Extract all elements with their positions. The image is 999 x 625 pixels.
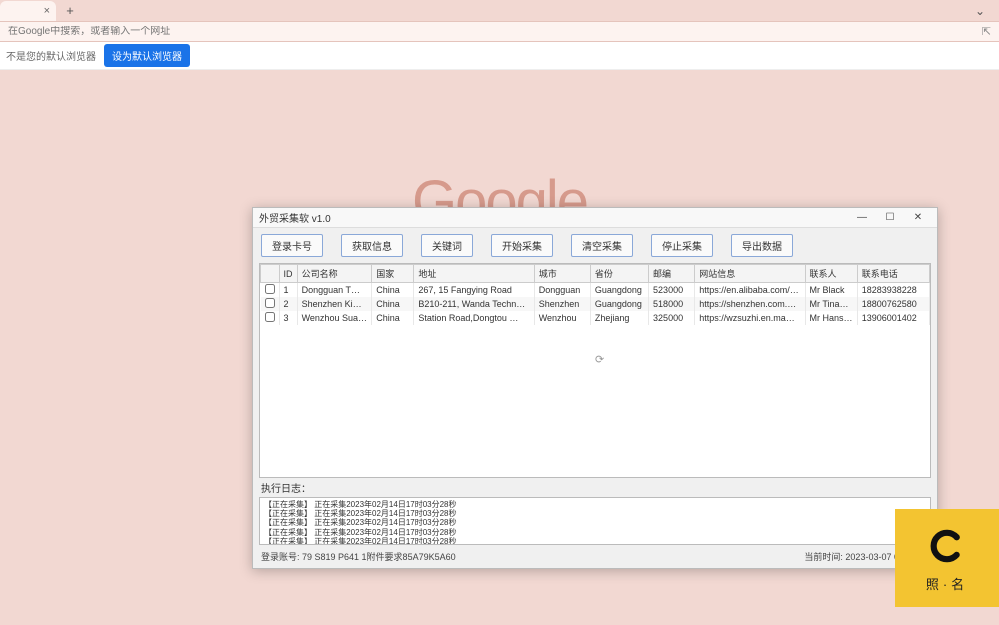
minimize-button[interactable]: — bbox=[849, 210, 875, 226]
status-account: 登录账号: 79 S819 P641 1附件要求85A79K5A60 bbox=[261, 550, 456, 563]
cell-id: 2 bbox=[279, 297, 297, 311]
table-row[interactable]: 1Dongguan T…China267, 15 Fangying RoadDo… bbox=[261, 283, 930, 298]
set-default-browser-button[interactable]: 设为默认浏览器 bbox=[104, 44, 190, 67]
cell-contact: Mr Black bbox=[805, 283, 857, 298]
badge-text: 照·名 bbox=[926, 574, 968, 593]
log-box[interactable]: 【正在采集】 正在采集2023年02月14日17时03分28秒【正在采集】 正在… bbox=[259, 497, 931, 545]
cell-province: Zhejiang bbox=[590, 311, 648, 325]
share-icon[interactable]: ⇱ bbox=[982, 25, 991, 38]
col-postal[interactable]: 邮编 bbox=[649, 265, 695, 283]
cell-postal: 325000 bbox=[649, 311, 695, 325]
status-bar: 登录账号: 79 S819 P641 1附件要求85A79K5A60 当前时间:… bbox=[253, 547, 937, 568]
infobar-text: 不是您的默认浏览器 bbox=[6, 48, 96, 63]
cell-city: Shenzhen bbox=[534, 297, 590, 311]
log-line: 【正在采集】 正在采集2023年02月14日17时03分28秒 bbox=[264, 528, 926, 537]
browser-tab[interactable]: × bbox=[0, 1, 56, 21]
row-checkbox[interactable] bbox=[265, 284, 275, 294]
cell-postal: 523000 bbox=[649, 283, 695, 298]
cell-city: Wenzhou bbox=[534, 311, 590, 325]
stop-collect-button[interactable]: 停止采集 bbox=[651, 234, 713, 257]
cell-phone: 13906001402 bbox=[857, 311, 929, 325]
close-button[interactable]: ✕ bbox=[905, 210, 931, 226]
maximize-button[interactable]: ☐ bbox=[877, 210, 903, 226]
export-button[interactable]: 导出数据 bbox=[731, 234, 793, 257]
cell-postal: 518000 bbox=[649, 297, 695, 311]
data-table-container[interactable]: ID 公司名称 国家 地址 城市 省份 邮编 网站信息 联系人 联系电话 1Do… bbox=[259, 263, 931, 478]
app-title: 外贸采集软 v1.0 bbox=[259, 210, 849, 225]
log-line: 【正在采集】 正在采集2023年02月14日17时03分28秒 bbox=[264, 500, 926, 509]
cell-country: China bbox=[372, 283, 414, 298]
browser-tab-bar: × + ⌄ bbox=[0, 0, 999, 22]
table-row[interactable]: 2Shenzhen Ki…ChinaB210-211, Wanda Techn…… bbox=[261, 297, 930, 311]
get-info-button[interactable]: 获取信息 bbox=[341, 234, 403, 257]
cell-website: https://shenzhen.com.… bbox=[695, 297, 805, 311]
cell-country: China bbox=[372, 311, 414, 325]
log-label: 执行日志： bbox=[253, 478, 937, 495]
data-table: ID 公司名称 国家 地址 城市 省份 邮编 网站信息 联系人 联系电话 1Do… bbox=[260, 264, 930, 325]
app-titlebar[interactable]: 外贸采集软 v1.0 — ☐ ✕ bbox=[253, 208, 937, 228]
app-window: 外贸采集软 v1.0 — ☐ ✕ 登录卡号 获取信息 关键词 开始采集 清空采集… bbox=[252, 207, 938, 569]
cell-address: Station Road,Dongtou … bbox=[414, 311, 534, 325]
cell-phone: 18800762580 bbox=[857, 297, 929, 311]
keyword-button[interactable]: 关键词 bbox=[421, 234, 473, 257]
table-row[interactable]: 3Wenzhou Sua…ChinaStation Road,Dongtou …… bbox=[261, 311, 930, 325]
cell-website: https://wzsuzhi.en.ma… bbox=[695, 311, 805, 325]
col-city[interactable]: 城市 bbox=[534, 265, 590, 283]
default-browser-infobar: 不是您的默认浏览器 设为默认浏览器 bbox=[0, 42, 999, 70]
row-checkbox[interactable] bbox=[265, 298, 275, 308]
col-company[interactable]: 公司名称 bbox=[297, 265, 372, 283]
col-checkbox[interactable] bbox=[261, 265, 280, 283]
cell-contact: Mr Tina… bbox=[805, 297, 857, 311]
login-button[interactable]: 登录卡号 bbox=[261, 234, 323, 257]
cell-company: Wenzhou Sua… bbox=[297, 311, 372, 325]
cell-city: Dongguan bbox=[534, 283, 590, 298]
cell-address: 267, 15 Fangying Road bbox=[414, 283, 534, 298]
log-line: 【正在采集】 正在采集2023年02月14日17时03分28秒 bbox=[264, 518, 926, 527]
loading-spinner-icon: ⟳ bbox=[595, 353, 604, 366]
col-address[interactable]: 地址 bbox=[414, 265, 534, 283]
address-input[interactable] bbox=[8, 26, 976, 37]
cell-province: Guangdong bbox=[590, 283, 648, 298]
row-checkbox[interactable] bbox=[265, 312, 275, 322]
chevron-down-icon[interactable]: ⌄ bbox=[975, 4, 985, 18]
col-contact[interactable]: 联系人 bbox=[805, 265, 857, 283]
cell-province: Guangdong bbox=[590, 297, 648, 311]
address-bar: ⇱ bbox=[0, 22, 999, 42]
table-header-row: ID 公司名称 国家 地址 城市 省份 邮编 网站信息 联系人 联系电话 bbox=[261, 265, 930, 283]
badge-c-icon bbox=[925, 524, 969, 568]
log-line: 【正在采集】 正在采集2023年02月14日17时03分28秒 bbox=[264, 509, 926, 518]
brand-badge[interactable]: 照·名 bbox=[895, 509, 999, 607]
log-line: 【正在采集】 正在采集2023年02月14日17时03分28秒 bbox=[264, 537, 926, 545]
toolbar: 登录卡号 获取信息 关键词 开始采集 清空采集 停止采集 导出数据 bbox=[253, 228, 937, 263]
cell-address: B210-211, Wanda Techn… bbox=[414, 297, 534, 311]
cell-contact: Mr Hans… bbox=[805, 311, 857, 325]
cell-country: China bbox=[372, 297, 414, 311]
start-collect-button[interactable]: 开始采集 bbox=[491, 234, 553, 257]
cell-company: Dongguan T… bbox=[297, 283, 372, 298]
col-country[interactable]: 国家 bbox=[372, 265, 414, 283]
cell-website: https://en.alibaba.com/… bbox=[695, 283, 805, 298]
clear-collect-button[interactable]: 清空采集 bbox=[571, 234, 633, 257]
col-website[interactable]: 网站信息 bbox=[695, 265, 805, 283]
col-id[interactable]: ID bbox=[279, 265, 297, 283]
col-phone[interactable]: 联系电话 bbox=[857, 265, 929, 283]
new-tab-button[interactable]: + bbox=[60, 3, 80, 18]
cell-phone: 18283938228 bbox=[857, 283, 929, 298]
cell-id: 3 bbox=[279, 311, 297, 325]
tab-close-icon[interactable]: × bbox=[44, 5, 50, 17]
cell-company: Shenzhen Ki… bbox=[297, 297, 372, 311]
cell-id: 1 bbox=[279, 283, 297, 298]
col-province[interactable]: 省份 bbox=[590, 265, 648, 283]
